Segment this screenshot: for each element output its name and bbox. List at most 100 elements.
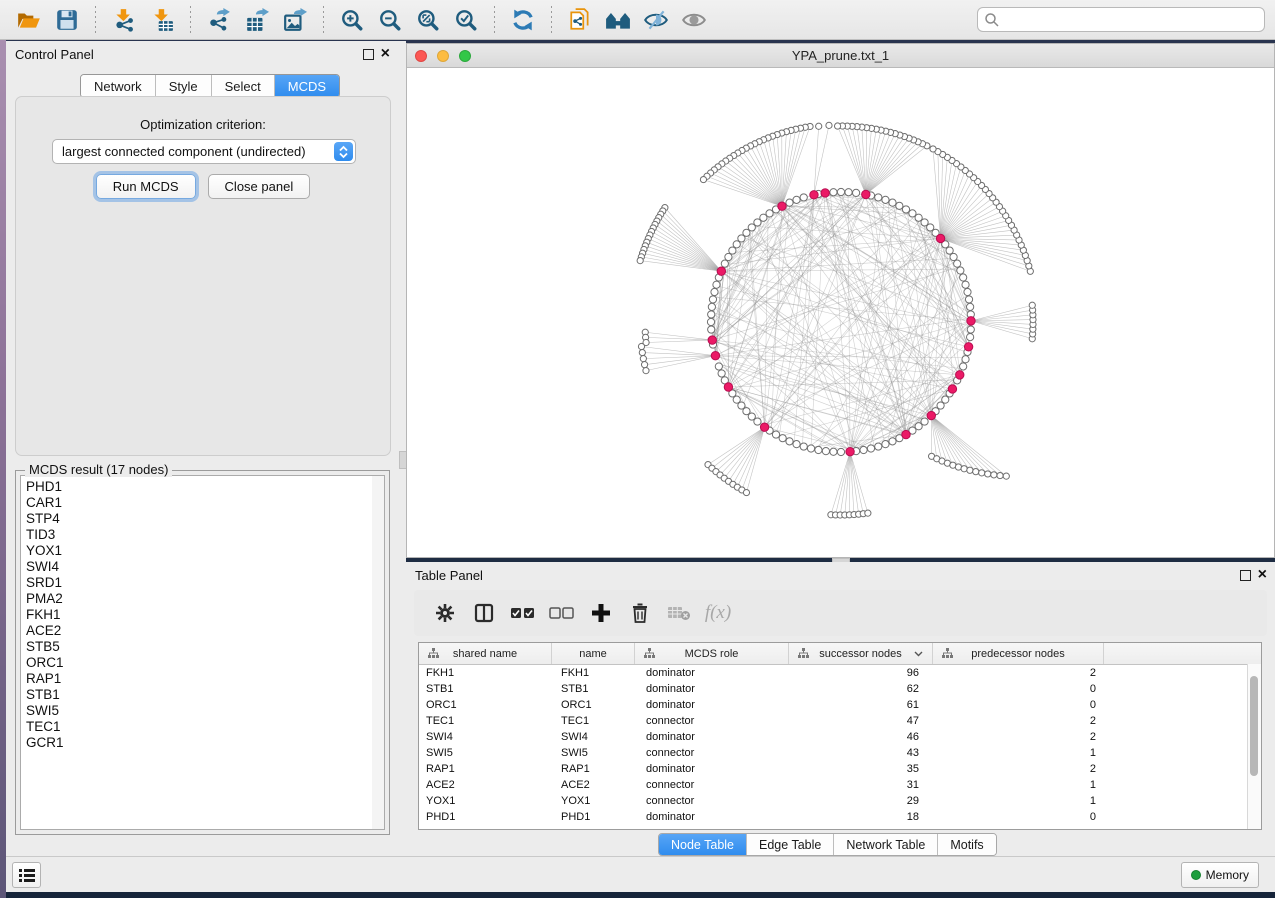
mcds-node-item[interactable]: PMA2 — [26, 591, 372, 607]
table-row[interactable]: FKH1FKH1dominator962 — [419, 665, 1261, 681]
mcds-node-item[interactable]: STB5 — [26, 639, 372, 655]
hide-details-icon[interactable] — [641, 5, 671, 35]
export-image-icon[interactable] — [280, 5, 310, 35]
table-row[interactable]: ORC1ORC1dominator610 — [419, 697, 1261, 713]
select-all-icon[interactable] — [506, 598, 540, 628]
mcds-node-item[interactable]: YOX1 — [26, 543, 372, 559]
table-row[interactable]: STB1STB1dominator620 — [419, 681, 1261, 697]
column-header-predecessor-nodes[interactable]: predecessor nodes — [933, 643, 1104, 664]
show-details-icon[interactable] — [679, 5, 709, 35]
table-cell: SWI5 — [419, 747, 552, 759]
criterion-select[interactable]: largest connected component (undirected) — [52, 139, 356, 164]
import-table-icon[interactable] — [147, 5, 177, 35]
tab-style[interactable]: Style — [156, 75, 212, 97]
mcds-result-group: MCDS result (17 nodes) PHD1CAR1STP4TID3Y… — [15, 463, 390, 835]
global-search[interactable] — [977, 7, 1265, 32]
mcds-node-item[interactable]: SWI5 — [26, 703, 372, 719]
zoom-selected-icon[interactable] — [451, 5, 481, 35]
copy-network-icon[interactable] — [565, 5, 595, 35]
table-cell: 2 — [933, 667, 1104, 679]
tab-network-table[interactable]: Network Table — [834, 834, 938, 855]
mcds-node-item[interactable]: FKH1 — [26, 607, 372, 623]
export-network-icon[interactable] — [204, 5, 234, 35]
network-overview-icon[interactable] — [603, 5, 633, 35]
export-table-icon[interactable] — [242, 5, 272, 35]
table-row[interactable]: PHD1PHD1dominator180 — [419, 809, 1261, 825]
mcds-node-item[interactable]: STP4 — [26, 511, 372, 527]
import-network-icon[interactable] — [109, 5, 139, 35]
table-row[interactable]: SWI5SWI5connector431 — [419, 745, 1261, 761]
close-panel-button[interactable]: Close panel — [208, 174, 311, 199]
vertical-splitter[interactable] — [398, 41, 406, 857]
network-window-titlebar[interactable]: YPA_prune.txt_1 — [407, 44, 1274, 68]
table-cell: 96 — [789, 667, 933, 679]
float-window-icon[interactable] — [363, 49, 374, 60]
table-cell: SWI4 — [419, 731, 552, 743]
zoom-in-icon[interactable] — [337, 5, 367, 35]
table-row[interactable]: SWI4SWI4dominator462 — [419, 729, 1261, 745]
function-builder-icon[interactable]: f(x) — [701, 598, 735, 628]
mcds-node-item[interactable]: ACE2 — [26, 623, 372, 639]
float-window-icon[interactable] — [1240, 570, 1251, 581]
table-row[interactable]: RAP1RAP1dominator352 — [419, 761, 1261, 777]
run-mcds-button[interactable]: Run MCDS — [96, 174, 196, 199]
tab-edge-table[interactable]: Edge Table — [747, 834, 834, 855]
search-input[interactable] — [1000, 12, 1258, 28]
tab-motifs[interactable]: Motifs — [938, 834, 995, 855]
open-file-icon[interactable] — [14, 5, 44, 35]
table-row[interactable]: YOX1YOX1connector291 — [419, 793, 1261, 809]
mcds-node-item[interactable]: GCR1 — [26, 735, 372, 751]
mcds-node-item[interactable]: SWI4 — [26, 559, 372, 575]
mcds-node-item[interactable]: CAR1 — [26, 495, 372, 511]
toolbar-separator — [95, 6, 96, 34]
table-cell: YOX1 — [419, 795, 552, 807]
table-row[interactable]: ACE2ACE2connector311 — [419, 777, 1261, 793]
column-header-MCDS-role[interactable]: MCDS role — [635, 643, 789, 664]
zoom-fit-icon[interactable] — [413, 5, 443, 35]
table-row[interactable]: TEC1TEC1connector472 — [419, 713, 1261, 729]
table-scrollbar-thumb[interactable] — [1250, 676, 1258, 776]
mcds-node-item[interactable]: STB1 — [26, 687, 372, 703]
table-cell: 35 — [789, 763, 933, 775]
delete-table-icon[interactable] — [662, 598, 696, 628]
column-header-name[interactable]: name — [552, 643, 635, 664]
table-cell: 0 — [933, 699, 1104, 711]
memory-button[interactable]: Memory — [1181, 862, 1259, 888]
network-canvas[interactable] — [407, 67, 1274, 557]
deselect-all-icon[interactable] — [545, 598, 579, 628]
table-panel-titlebar: Table Panel × — [406, 562, 1275, 588]
table-scrollbar[interactable] — [1247, 664, 1261, 829]
table-cell: 62 — [789, 683, 933, 695]
close-panel-icon[interactable]: × — [1258, 570, 1267, 580]
mcds-node-list[interactable]: PHD1CAR1STP4TID3YOX1SWI4SRD1PMA2FKH1ACE2… — [20, 475, 373, 830]
delete-column-icon[interactable] — [623, 598, 657, 628]
show-columns-icon[interactable] — [467, 598, 501, 628]
settings-gear-icon[interactable] — [428, 598, 462, 628]
mcds-node-item[interactable]: RAP1 — [26, 671, 372, 687]
table-cell: dominator — [635, 731, 789, 743]
mcds-node-item[interactable]: TID3 — [26, 527, 372, 543]
criterion-value: largest connected component (undirected) — [53, 144, 334, 159]
task-history-button[interactable] — [12, 862, 41, 888]
save-session-icon[interactable] — [52, 5, 82, 35]
mcds-node-item[interactable]: TEC1 — [26, 719, 372, 735]
mcds-list-scrollbar[interactable] — [372, 475, 385, 830]
zoom-out-icon[interactable] — [375, 5, 405, 35]
mcds-node-item[interactable]: PHD1 — [26, 479, 372, 495]
tab-node-table[interactable]: Node Table — [659, 834, 747, 855]
mcds-node-item[interactable]: ORC1 — [26, 655, 372, 671]
column-header-successor-nodes[interactable]: successor nodes — [789, 643, 933, 664]
tab-network[interactable]: Network — [81, 75, 156, 97]
table-cell: FKH1 — [419, 667, 552, 679]
table-cell: connector — [635, 795, 789, 807]
tab-mcds[interactable]: MCDS — [275, 75, 339, 97]
table-cell: 1 — [933, 747, 1104, 759]
mcds-node-item[interactable]: SRD1 — [26, 575, 372, 591]
close-panel-icon[interactable]: × — [381, 49, 390, 59]
control-panel-titlebar: Control Panel × — [6, 41, 398, 67]
add-column-icon[interactable] — [584, 598, 618, 628]
tab-select[interactable]: Select — [212, 75, 275, 97]
table-cell: RAP1 — [552, 763, 635, 775]
column-header-shared-name[interactable]: shared name — [419, 643, 552, 664]
refresh-icon[interactable] — [508, 5, 538, 35]
